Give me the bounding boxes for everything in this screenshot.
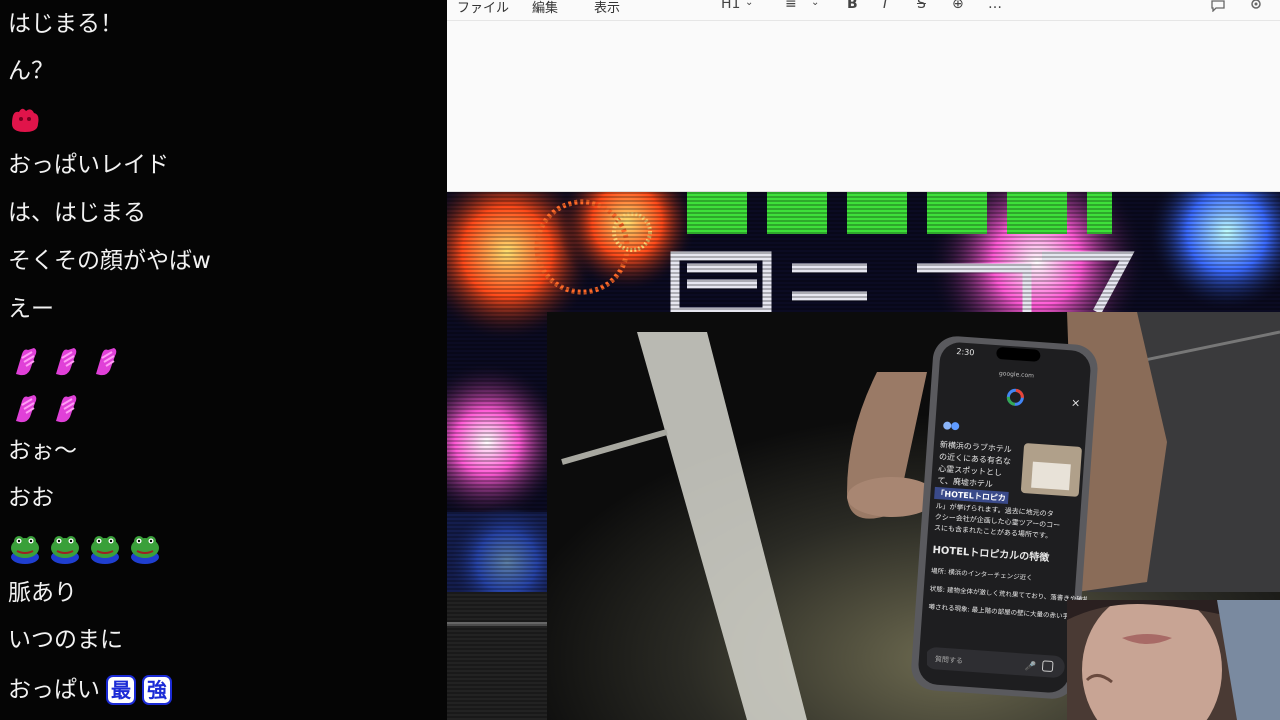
heading-button[interactable]: H1 [721,0,740,12]
chat-message: おお [8,483,54,513]
answer-line: て、廃墟ホテル [937,475,993,489]
chat-message: おぉ～ [8,436,77,466]
answer-line: 新横浜のラブホテル [940,439,1013,454]
frog-emote-icon [51,536,79,564]
list-button[interactable]: ≡ [785,0,797,12]
editor-menubar: ファイル 編集 表示 H1 ⌄ ≡ ⌄ B I S ⊕ … [447,0,1280,21]
pink-hand-emote-icon [96,348,117,376]
chevron-down-icon[interactable]: ⌄ [745,0,753,8]
chat-message-text: いつのまに [8,627,123,653]
red-blob-emote-icon [12,108,39,132]
chat-panel: はじまる！ ん？ おっぱいレイド は、はじまる そくその顔がやばw えー おぉ～… [0,0,447,720]
notification-icon[interactable] [1210,0,1226,12]
dynamic-island [996,347,1041,362]
chat-message: は、はじまる [8,198,146,228]
chat-message-text: はじまる！ [8,11,123,37]
more-button[interactable]: … [988,0,1002,12]
google-logo-icon [1006,388,1024,406]
chat-message-text: おっぱいレイド [8,152,169,178]
link-button[interactable]: ⊕ [952,0,964,12]
chat-message: おっぱい 最 強 [8,675,172,705]
strikethrough-button[interactable]: S [917,0,926,12]
hotel-building [1031,461,1071,491]
chat-message-text: 脈あり [8,580,77,606]
chat-message [8,102,42,136]
pink-hand-emote-icon [56,348,77,376]
menu-edit[interactable]: 編集 [532,0,558,16]
close-icon[interactable]: × [1071,396,1081,410]
mic-icon[interactable]: 🎤 [1024,660,1036,673]
kanji-badge-emote: 最 [106,675,136,705]
streamer-face [1067,600,1280,720]
notes-editor-window: ファイル 編集 表示 H1 ⌄ ≡ ⌄ B I S ⊕ … [447,0,1280,192]
pink-hand-emote-icon [16,348,37,376]
answer-line: 心霊スポットとし [938,464,1002,477]
menu-view[interactable]: 表示 [594,0,620,16]
chat-message: はじまる！ [8,9,123,39]
menu-file[interactable]: ファイル [457,0,509,16]
facecam [1067,600,1280,720]
chat-message: そくその顔がやばw [8,246,211,276]
chat-message [8,391,82,425]
chat-message-text: おっぱい [8,677,100,703]
chat-message-text: おぉ～ [8,438,77,464]
frog-emote-icon [11,536,39,564]
frog-emote-icon [91,536,119,564]
section-heading: HOTELトロピカルの特徴 [932,543,1051,564]
chat-message: いつのまに [8,625,123,655]
phone-time: 2:30 [956,347,975,357]
bold-button[interactable]: B [847,0,858,12]
chat-message-text: おお [8,485,54,511]
bullet-item: 噂される現象: 最上階の部屋の壁に大量の赤い手形が描かれているなど、怖ろしい目撃… [928,602,1087,633]
source-icon [951,422,960,431]
gear-icon[interactable] [1248,0,1264,11]
chat-message: えー [8,294,54,324]
source-icon [943,421,952,430]
chat-message-text: ん？ [8,58,54,84]
chevron-down-icon[interactable]: ⌄ [811,0,819,8]
pink-hand-emote-icon [16,395,37,423]
pink-hand-emote-icon [56,395,77,423]
frog-emote-icon [131,536,159,564]
chat-message-text: えー [8,296,54,322]
bullet-item: 場所: 横浜のインターチェンジ近く [931,566,1033,582]
chat-message-text: は、はじまる [8,200,146,226]
chat-message: 脈あり [8,578,77,608]
chat-message [8,531,162,565]
chat-message: ん？ [8,56,54,86]
phone-url: google.com [999,370,1035,379]
chat-message: おっぱいレイド [8,150,169,180]
phone-screen: 2:30 google.com × 新横浜のラブホテル の近くにある有名な 心霊… [927,347,1087,678]
chat-message [8,344,122,378]
chat-message-text: そくその顔がやばw [8,248,211,274]
kanji-badge-emote: 強 [142,675,172,705]
italic-button[interactable]: I [883,0,887,12]
